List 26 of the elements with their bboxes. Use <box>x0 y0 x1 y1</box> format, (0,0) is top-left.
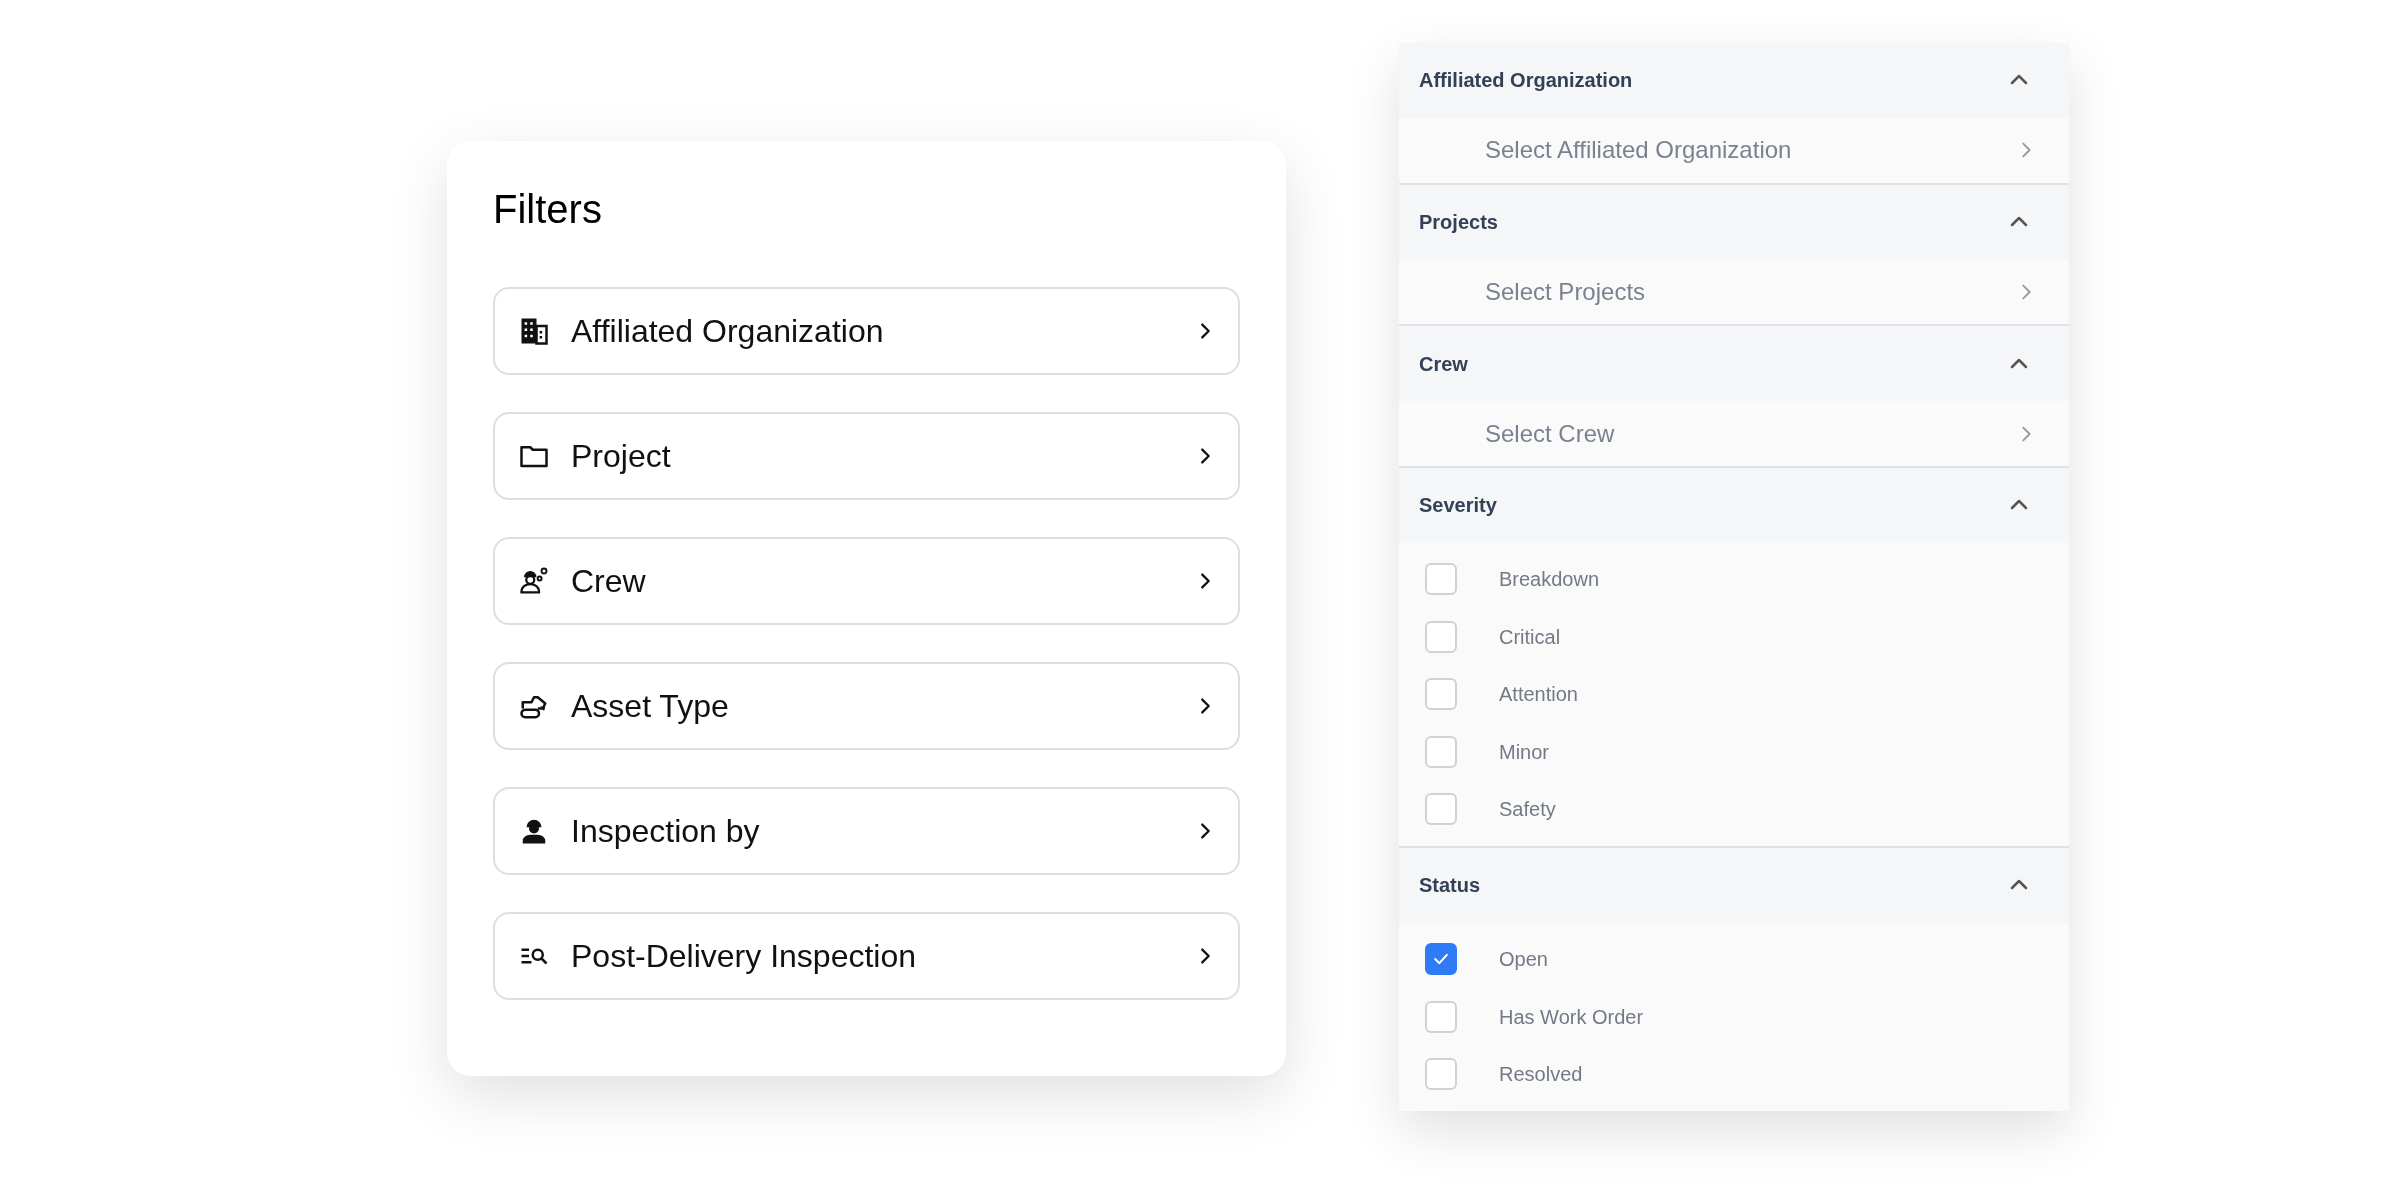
select-field[interactable]: Select Affiliated Organization <box>1399 117 2069 183</box>
select-field[interactable]: Select Crew <box>1399 400 2069 467</box>
filter-option[interactable]: Project <box>493 412 1240 500</box>
section-header[interactable]: Crew <box>1399 326 2069 401</box>
section-header[interactable]: Severity <box>1399 468 2069 543</box>
checkbox-label: Resolved <box>1499 1062 1583 1088</box>
checkbox[interactable] <box>1425 943 1457 976</box>
building-icon <box>519 316 549 346</box>
filter-option[interactable]: Affiliated Organization <box>493 287 1240 375</box>
checkbox-label: Open <box>1499 947 1548 973</box>
checkbox-label: Breakdown <box>1499 567 1600 593</box>
filter-option[interactable]: Post-Delivery Inspection <box>493 912 1240 1000</box>
checkbox-label: Minor <box>1499 739 1549 765</box>
checkbox-label: Safety <box>1499 797 1556 823</box>
section-header[interactable]: Projects <box>1399 184 2069 260</box>
filter-option[interactable]: Asset Type <box>493 662 1240 750</box>
select-field[interactable]: Select Projects <box>1399 259 2069 325</box>
worker-with-gears-icon <box>519 566 549 596</box>
filter-option[interactable]: Crew <box>493 537 1240 625</box>
section-header[interactable]: Affiliated Organization <box>1399 43 2069 118</box>
filter-option[interactable]: Inspection by <box>493 787 1240 875</box>
section-header[interactable]: Status <box>1399 847 2069 923</box>
checkbox-label: Has Work Order <box>1499 1004 1644 1030</box>
checkbox-label: Critical <box>1499 624 1561 650</box>
checkbox-label: Attention <box>1499 682 1578 708</box>
filters-title: Filters <box>493 186 602 233</box>
